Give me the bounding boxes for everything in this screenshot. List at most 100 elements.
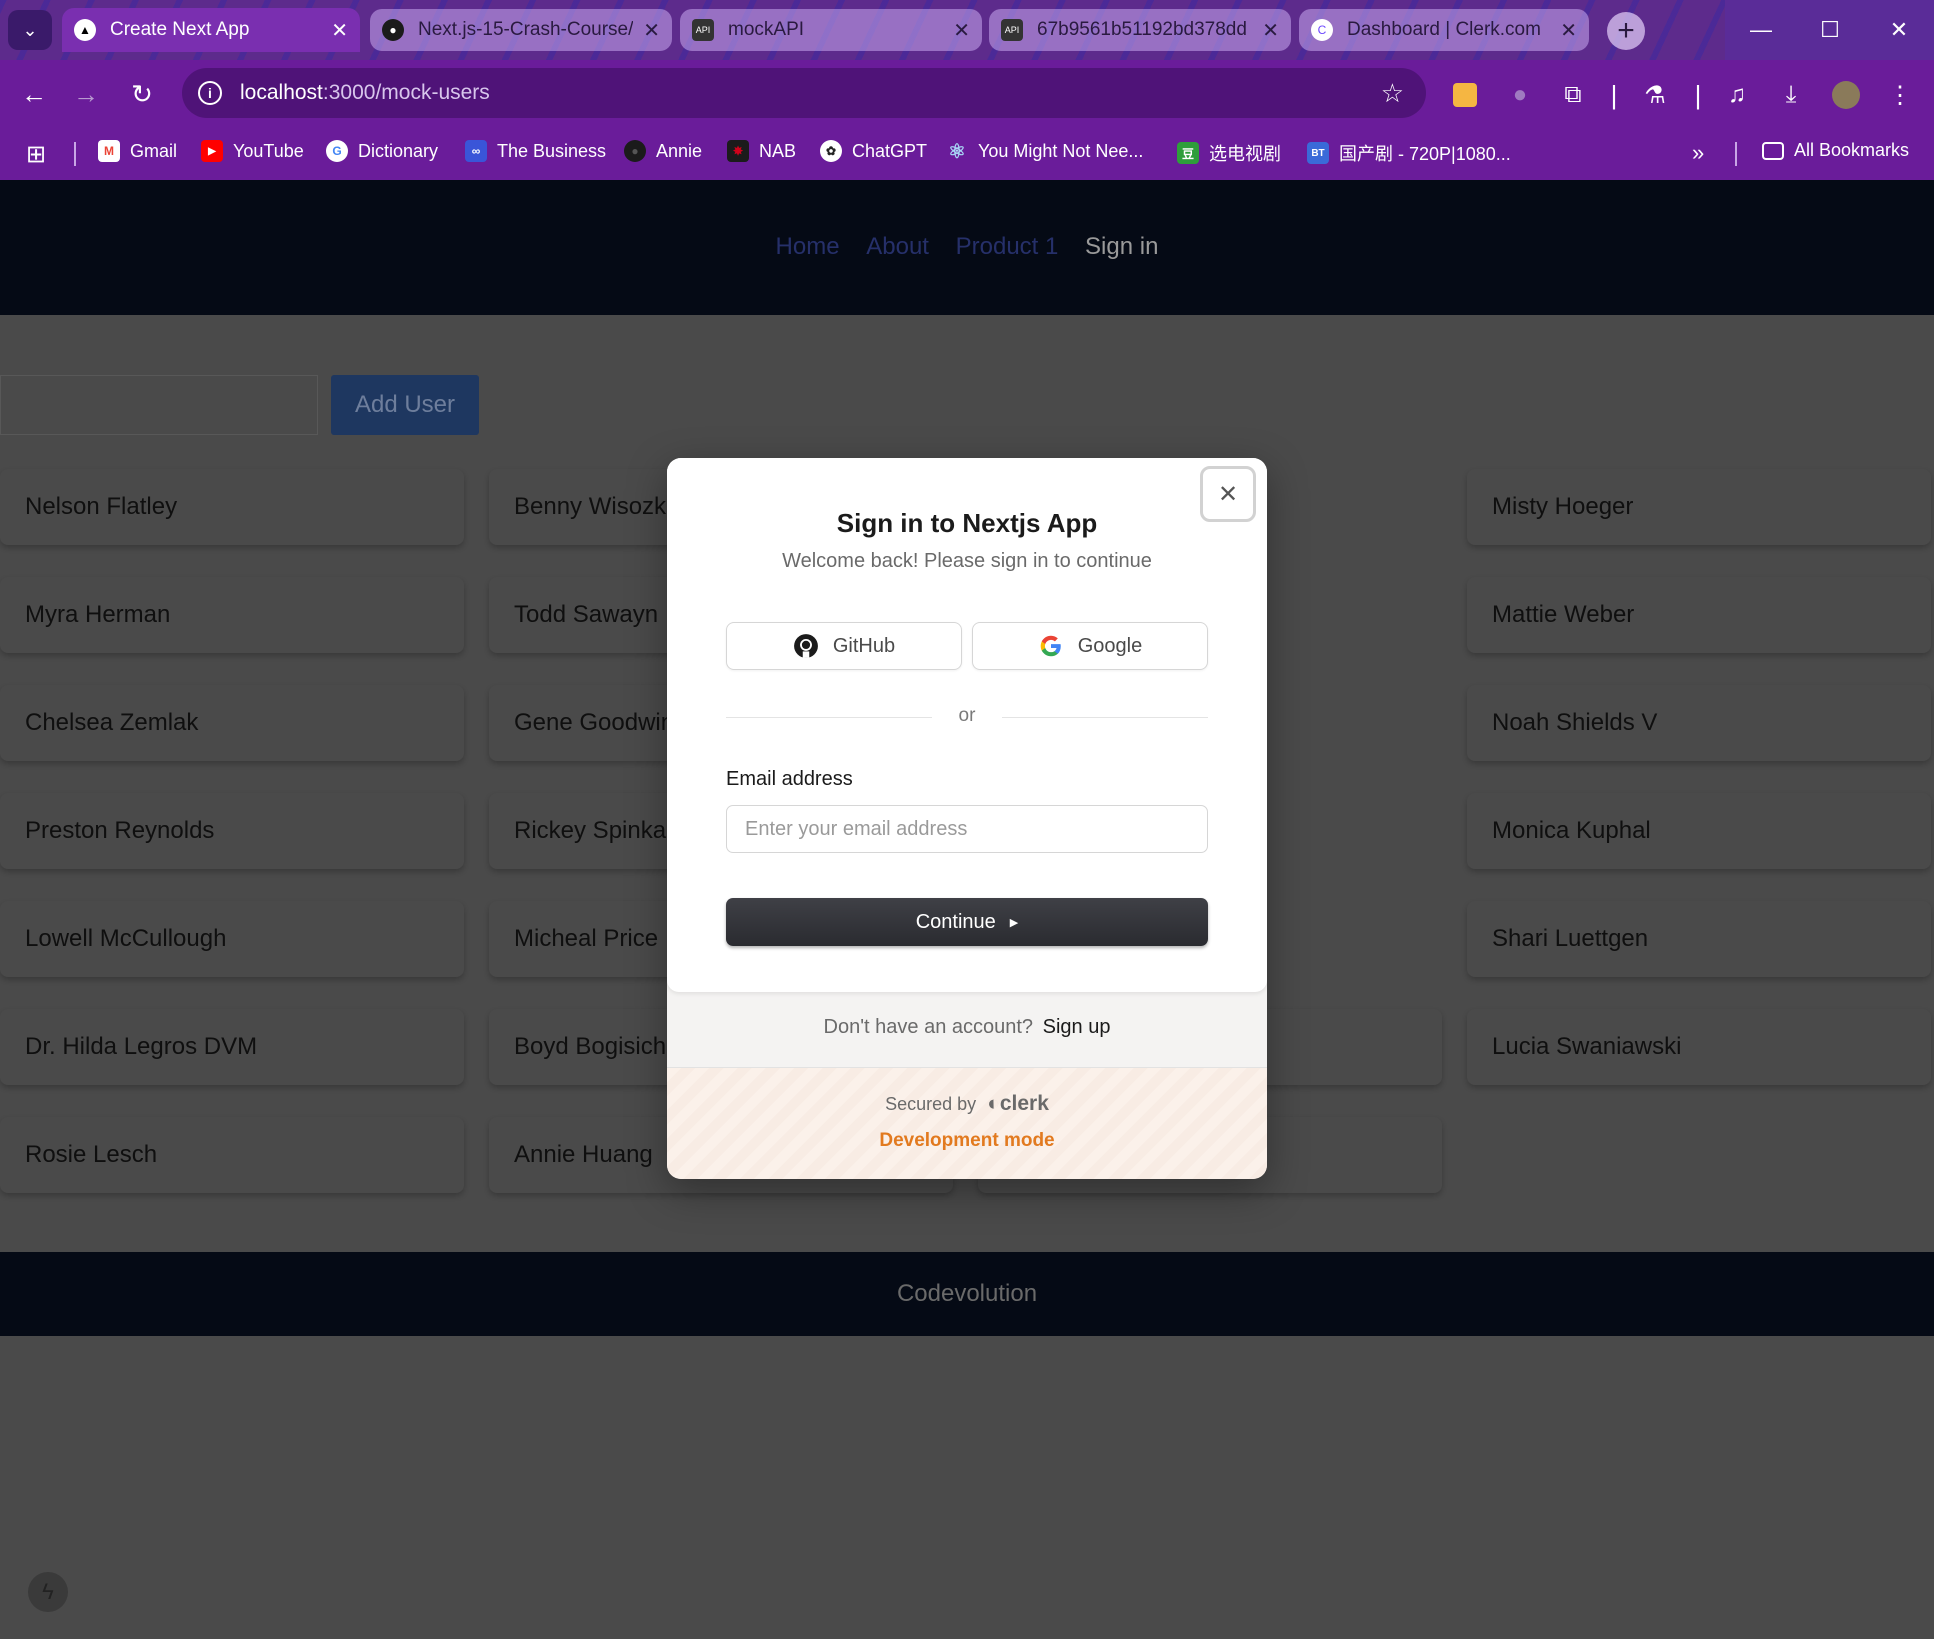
apps-grid-icon[interactable]: ⊞ [26,140,46,169]
bookmark-separator [1735,142,1737,166]
sign-up-link[interactable]: Sign up [1043,1016,1111,1038]
bookmark-separator [74,142,76,166]
tab-label: 67b9561b51192bd378dd [1037,19,1247,40]
back-icon[interactable]: ← [16,76,52,112]
add-user-button[interactable]: Add User [331,375,479,435]
media-queue-icon[interactable]: ♫ [1722,80,1752,110]
github-label: GitHub [832,634,896,657]
close-tab-icon[interactable]: ✕ [643,18,660,43]
tab-label: Create Next App [110,19,250,40]
close-tab-icon[interactable]: ✕ [953,18,970,43]
browser-menu-icon[interactable]: ⋮ [1885,80,1915,110]
email-label: Email address [726,768,853,790]
tab-mockapi[interactable]: API mockAPI ✕ [680,9,982,51]
bookmark-dictionary[interactable]: G Dictionary [326,140,438,162]
extensions-puzzle-icon[interactable]: ⧉ [1558,80,1588,110]
bookmark-label: 国产剧 - 720P|1080... [1339,144,1511,164]
nav-signin-button[interactable]: Sign in [1085,233,1158,260]
bookmark-the-business[interactable]: ∞ The Business [465,140,606,162]
labs-flask-icon[interactable]: ⚗ [1640,80,1670,110]
address-bar[interactable]: i localhost:3000/mock-users ☆ [182,68,1426,118]
bookmark-star-icon[interactable]: ☆ [1381,78,1404,109]
tab-label: mockAPI [728,19,805,40]
divider-line-right [1002,717,1208,718]
close-window-icon[interactable]: ✕ [1864,0,1934,60]
user-card: Myra Herman [0,577,464,653]
downloads-icon[interactable]: ⤓ [1776,80,1806,110]
page-viewport: Home About Product 1 Sign in Add User Ne… [0,180,1934,1639]
bookmark-douban[interactable]: 豆 选电视剧 [1177,140,1281,166]
folder-icon [1762,141,1784,160]
all-bookmarks-folder[interactable]: All Bookmarks [1762,140,1909,161]
tab-clerk-dashboard[interactable]: C Dashboard | Clerk.com ✕ [1299,9,1589,51]
bookmark-gmail[interactable]: M Gmail [98,140,177,162]
extension-dark-icon[interactable]: ● [1505,80,1535,110]
reload-icon[interactable]: ↻ [124,76,160,112]
maximize-icon[interactable]: ☐ [1795,0,1865,60]
github-sign-in-button[interactable]: GitHub [726,622,962,670]
new-tab-button[interactable]: + [1607,12,1645,50]
more-bookmarks-chevron-icon[interactable]: » [1692,140,1704,166]
user-name: Myra Herman [25,601,171,628]
email-field[interactable] [726,805,1208,853]
close-tab-icon[interactable]: ✕ [1262,18,1279,43]
bookmark-annie[interactable]: ● Annie [624,140,702,162]
tab-github-repo[interactable]: ● Next.js-15-Crash-Course/ ✕ [370,9,672,51]
forward-icon[interactable]: → [68,76,104,112]
user-card: Preston Reynolds [0,793,464,869]
bookmark-nab[interactable]: ✸ NAB [727,140,796,162]
site-nav: Home About Product 1 Sign in [0,233,1934,261]
close-tab-icon[interactable]: ✕ [1560,18,1577,43]
bookmark-label: Gmail [130,140,178,161]
continue-button[interactable]: Continue ▶ [726,898,1208,946]
site-info-icon[interactable]: i [198,81,222,105]
bookmark-label: Annie [656,140,703,161]
user-name: Annie Huang [514,1141,653,1168]
extension-notes-icon[interactable] [1450,80,1480,110]
tab-search-button[interactable]: ⌄ [8,10,52,50]
user-name: Shari Luettgen [1492,925,1649,952]
caret-right-icon: ▶ [1009,916,1019,929]
bookmark-youtube[interactable]: ▶ YouTube [201,140,304,162]
github-icon: ● [624,140,646,162]
tab-mockapi-project[interactable]: API 67b9561b51192bd378dd ✕ [989,9,1291,51]
divider-or: or [958,705,976,726]
user-name: Rickey Spinka [514,817,667,844]
tab-create-next-app[interactable]: ▲ Create Next App ✕ [62,8,360,52]
mockapi-icon: API [1001,19,1023,41]
nav-product-link[interactable]: Product 1 [956,233,1059,260]
tab-label: Dashboard | Clerk.com [1347,19,1541,40]
secured-by-text: Secured by [885,1094,977,1114]
secured-by-row: Secured by ◐clerk [667,1092,1267,1116]
react-icon: ⚛ [948,140,966,163]
secured-footer: Secured by ◐clerk Development mode [667,1067,1267,1179]
nav-home-link[interactable]: Home [776,233,840,260]
user-name: Monica Kuphal [1492,817,1651,844]
profile-avatar[interactable] [1831,80,1861,110]
browser-toolbar: ← → ↻ i localhost:3000/mock-users ☆ ● ⧉ … [0,60,1934,128]
user-name: Preston Reynolds [25,817,215,844]
google-sign-in-button[interactable]: Google [972,622,1208,670]
url-text[interactable]: localhost:3000/mock-users [240,81,490,105]
user-name: Chelsea Zemlak [25,709,199,736]
nav-about-link[interactable]: About [866,233,929,260]
abc-icon: ∞ [465,140,487,162]
user-card: Chelsea Zemlak [0,685,464,761]
site-footer: Codevolution [0,1252,1934,1336]
bookmark-you-might-not-need[interactable]: ⚛ You Might Not Nee... [946,140,1143,163]
minimize-icon[interactable]: — [1726,0,1796,60]
development-mode-badge: Development mode [879,1130,1055,1151]
clerk-logo[interactable]: ◐clerk [987,1092,1049,1115]
add-user-input[interactable] [0,375,318,435]
user-name: Mattie Weber [1492,601,1635,628]
github-icon: ● [382,19,404,41]
modal-subtitle: Welcome back! Please sign in to continue [782,550,1152,572]
bookmark-bt[interactable]: BT 国产剧 - 720P|1080... [1307,140,1511,166]
bookmark-chatgpt[interactable]: ✿ ChatGPT [820,140,927,162]
nextjs-dev-indicator-icon[interactable]: ϟ [28,1572,68,1612]
close-tab-icon[interactable]: ✕ [331,18,348,43]
nab-icon: ✸ [727,140,749,162]
toolbar-separator: | [1610,79,1618,110]
clerk-logo-icon: ◐ [987,1092,1000,1115]
site-header: Home About Product 1 Sign in [0,180,1934,315]
